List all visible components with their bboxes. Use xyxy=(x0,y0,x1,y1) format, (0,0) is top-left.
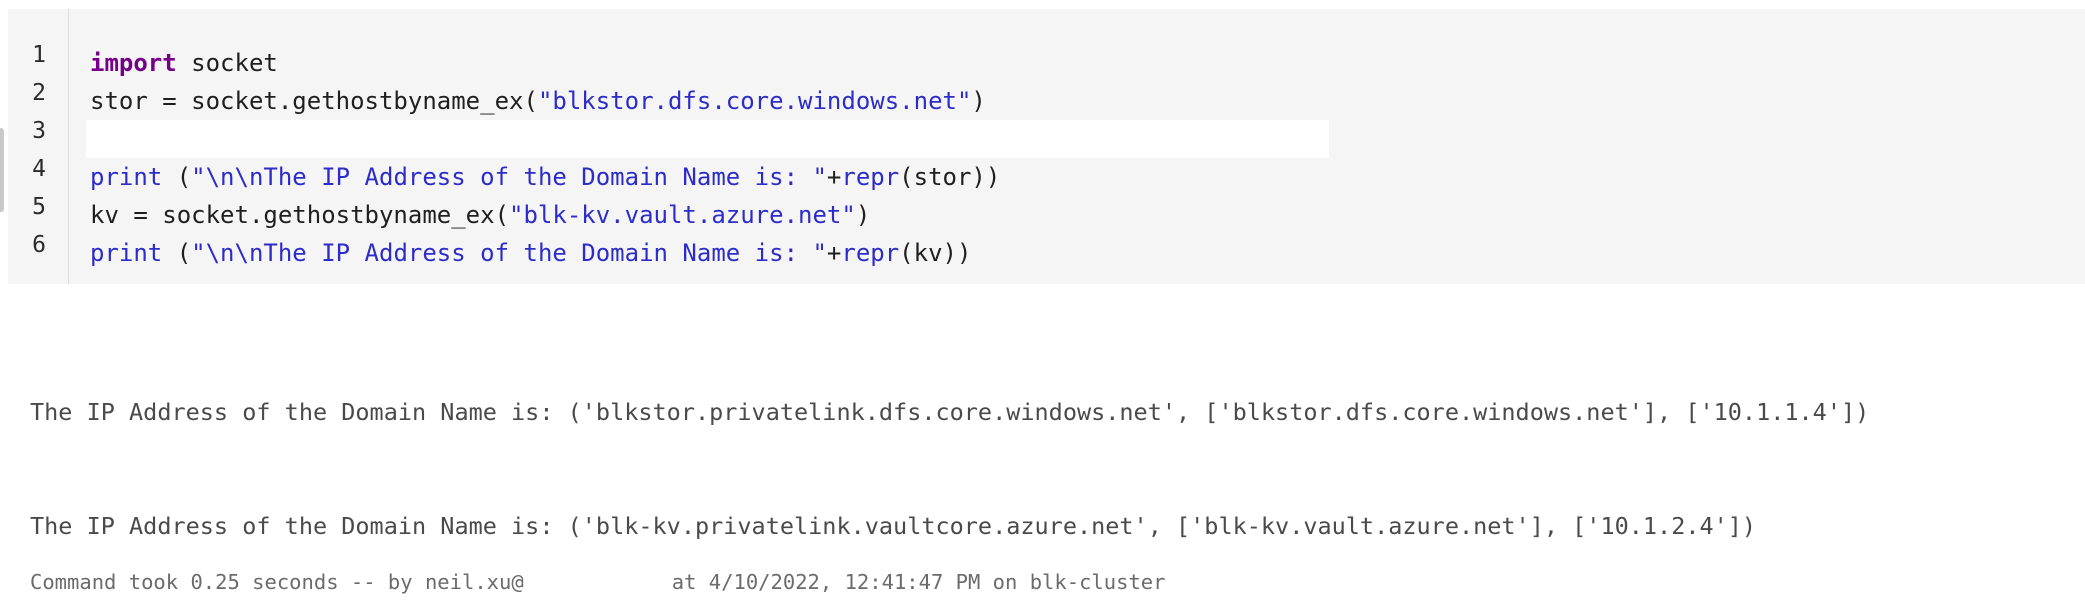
code-text: + xyxy=(826,163,842,191)
code-text: (kv)) xyxy=(899,239,972,267)
code-text: ) xyxy=(971,87,986,115)
code-line-1[interactable]: import socket xyxy=(90,44,278,82)
line-number: 5 xyxy=(32,194,46,220)
command-status: Command took 0.25 seconds -- by neil.xu@… xyxy=(30,570,1166,594)
line-number: 3 xyxy=(32,118,46,144)
line-number: 4 xyxy=(32,156,46,182)
line-number-gutter: 1 2 3 4 5 6 xyxy=(8,9,69,284)
line-number: 1 xyxy=(32,42,46,68)
cell-active-indicator xyxy=(0,128,4,212)
code-text: (stor)) xyxy=(899,163,1001,191)
code-line-4[interactable]: print ("\n\nThe IP Address of the Domain… xyxy=(90,158,1000,196)
code-text: socket xyxy=(176,49,278,77)
code-text: + xyxy=(826,239,842,267)
code-text: ( xyxy=(162,239,192,267)
builtin-token: print xyxy=(90,163,163,191)
current-line-highlight xyxy=(86,120,1329,158)
line-number: 2 xyxy=(32,80,46,106)
output-line-1: The IP Address of the Domain Name is: ('… xyxy=(30,398,1870,426)
line-number: 6 xyxy=(32,232,46,258)
code-line-6[interactable]: print ("\n\nThe IP Address of the Domain… xyxy=(90,234,971,272)
string-token: "blk-kv.vault.azure.net" xyxy=(509,201,856,229)
code-text: ( xyxy=(162,163,192,191)
builtin-token: repr xyxy=(841,239,900,267)
keyword-token: import xyxy=(90,49,177,77)
code-line-2[interactable]: stor = socket.gethostbyname_ex("blkstor.… xyxy=(90,82,986,120)
string-token: "\n\nThe IP Address of the Domain Name i… xyxy=(191,163,827,191)
code-line-5[interactable]: kv = socket.gethostbyname_ex("blk-kv.vau… xyxy=(90,196,870,234)
string-token: "\n\nThe IP Address of the Domain Name i… xyxy=(191,239,827,267)
code-text: ) xyxy=(855,201,871,229)
builtin-token: print xyxy=(90,239,163,267)
code-text: stor = socket.gethostbyname_ex( xyxy=(90,87,538,115)
output-line-2: The IP Address of the Domain Name is: ('… xyxy=(30,512,1757,540)
string-token: "blkstor.dfs.core.windows.net" xyxy=(537,87,972,115)
code-text: kv = socket.gethostbyname_ex( xyxy=(90,201,510,229)
builtin-token: repr xyxy=(841,163,900,191)
